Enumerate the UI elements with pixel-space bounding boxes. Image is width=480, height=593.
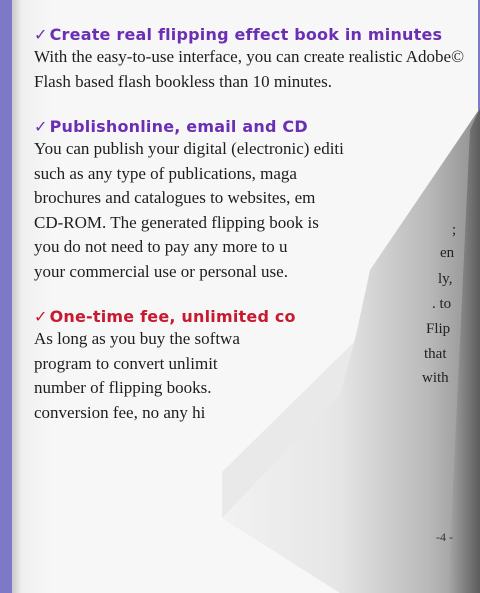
section-heading: ✓ One-time fee, unlimited co bbox=[34, 307, 296, 326]
section-body: With the easy-to-use interface, you can … bbox=[34, 47, 464, 91]
body-line: your commercial use or personal use. bbox=[34, 261, 288, 281]
body-line: As long as you buy the softwa bbox=[34, 329, 240, 348]
right-page-fragment: Flip bbox=[426, 321, 451, 337]
right-page-fragment: ly, bbox=[438, 271, 453, 287]
body-line: program to convert unlimit bbox=[34, 353, 218, 373]
right-page-fragment: with bbox=[422, 370, 449, 386]
body-line: CD-ROM. The generated flipping book is bbox=[34, 212, 319, 232]
right-page-fragment: . to bbox=[432, 296, 452, 312]
section-body: You can publish your digital (electronic… bbox=[34, 137, 464, 284]
page-content: ✓ Create real flipping effect book in min… bbox=[34, 24, 464, 447]
checkmark-icon: ✓ bbox=[34, 25, 48, 44]
page-number-left: -3- bbox=[294, 477, 316, 499]
body-line: you do not need to pay any more to u bbox=[34, 237, 288, 256]
left-page: ✓ Create real flipping effect book in min… bbox=[12, 0, 478, 593]
body-line: number of flipping books. bbox=[34, 378, 212, 397]
right-page-fragment: ; bbox=[452, 222, 457, 238]
feature-section-3: ✓ One-time fee, unlimited co As long as y… bbox=[34, 306, 464, 425]
section-body: As long as you buy the softwa program to… bbox=[34, 327, 464, 425]
section-heading: ✓ Create real flipping effect book in min… bbox=[34, 25, 443, 44]
body-line: such as any type of publications, maga bbox=[34, 163, 297, 183]
checkmark-icon: ✓ bbox=[34, 307, 48, 326]
body-line: You can publish your digital (electronic… bbox=[34, 139, 344, 158]
right-page-fragment: en bbox=[440, 245, 455, 261]
feature-section-1: ✓ Create real flipping effect book in min… bbox=[34, 24, 464, 94]
body-line: brochures and catalogues to websites, em bbox=[34, 188, 316, 207]
feature-section-2: ✓ Publishonline, email and CD You can pub… bbox=[34, 116, 464, 284]
right-page-fragment: that bbox=[424, 346, 447, 362]
checkmark-icon: ✓ bbox=[34, 117, 48, 136]
section-heading: ✓ Publishonline, email and CD bbox=[34, 117, 308, 136]
page-number-right: -4 - bbox=[436, 530, 453, 544]
body-line: conversion fee, no any hi bbox=[34, 402, 206, 422]
